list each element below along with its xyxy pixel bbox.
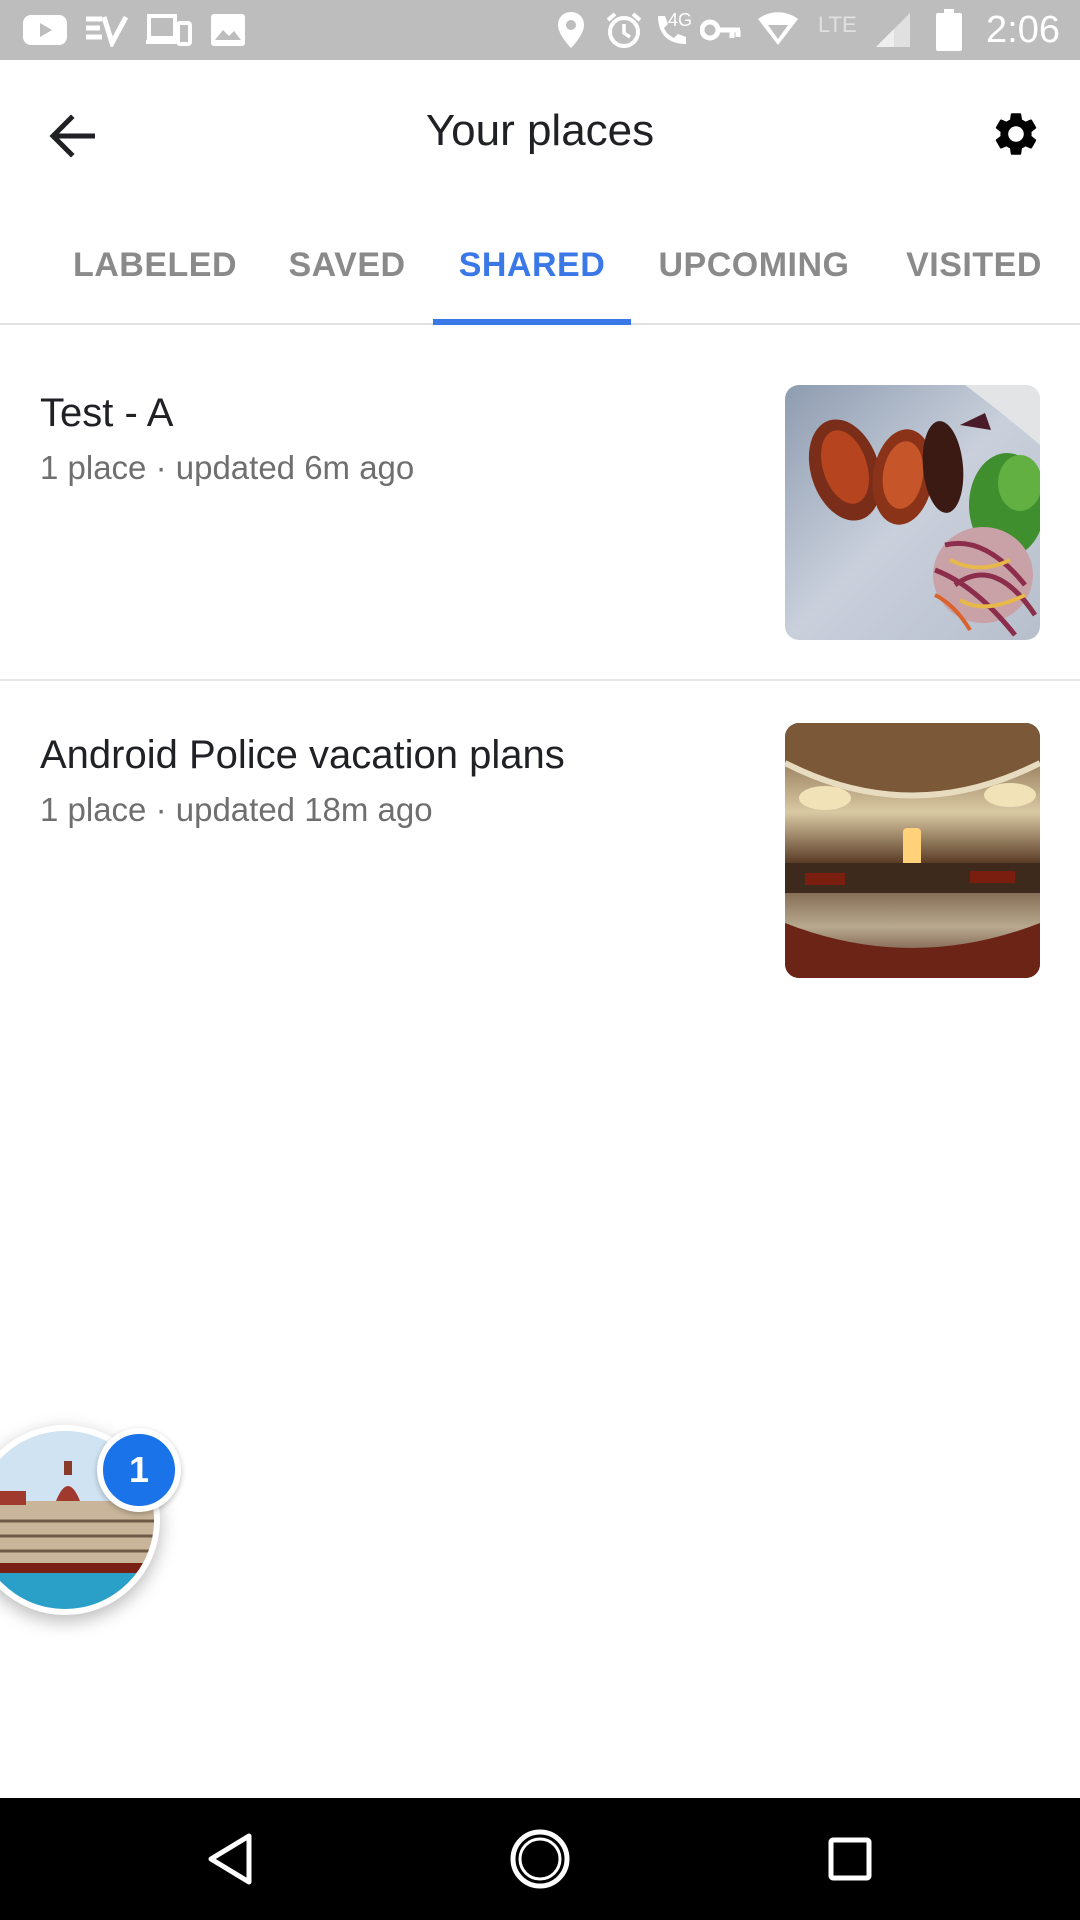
tab-bar: LABELED SAVED SHARED UPCOMING VISITED	[0, 205, 1080, 325]
tab-saved[interactable]: SAVED	[274, 205, 420, 325]
bubble-count-badge: 1	[97, 1428, 181, 1512]
list-title: Test - A	[40, 391, 174, 435]
list-title: Android Police vacation plans	[40, 733, 565, 777]
nav-recents-button[interactable]	[800, 1818, 900, 1900]
lte-label: LTE	[818, 12, 857, 37]
status-time: 2:06	[986, 9, 1060, 51]
battery-icon	[936, 8, 962, 52]
nav-back-button[interactable]	[180, 1818, 280, 1900]
list-thumbnail	[785, 723, 1040, 978]
app-bar: Your places	[0, 60, 1080, 205]
alarm-icon	[604, 8, 644, 52]
tab-upcoming[interactable]: UPCOMING	[646, 205, 862, 325]
location-icon	[556, 8, 586, 52]
tab-visited[interactable]: VISITED	[890, 205, 1058, 325]
list-subtitle: 1 place · updated 18m ago	[40, 791, 433, 828]
tab-shared[interactable]: SHARED	[433, 205, 631, 325]
list-item[interactable]: Android Police vacation plans 1 place · …	[0, 683, 1080, 1023]
page-title: Your places	[425, 106, 655, 155]
home-nav-icon	[510, 1829, 570, 1889]
nav-home-button[interactable]	[490, 1818, 590, 1900]
ev-icon	[84, 8, 128, 52]
wifi-icon	[756, 8, 800, 52]
vpn-key-icon	[700, 8, 742, 52]
recents-nav-icon	[828, 1837, 872, 1881]
list-thumbnail	[785, 385, 1040, 640]
signal-icon	[874, 8, 912, 52]
status-bar: 4G LTE 2:06	[0, 0, 1080, 60]
devices-icon	[146, 8, 192, 52]
image-icon	[210, 8, 246, 52]
gear-icon	[995, 113, 1037, 155]
tab-labeled[interactable]: LABELED	[60, 205, 250, 325]
list-subtitle: 1 place · updated 6m ago	[40, 449, 415, 486]
settings-button[interactable]	[980, 98, 1052, 170]
back-nav-icon	[208, 1833, 252, 1885]
system-nav-bar	[0, 1798, 1080, 1920]
call-network-label: 4G	[668, 10, 693, 30]
youtube-icon	[22, 8, 68, 52]
list-item[interactable]: Test - A 1 place · updated 6m ago	[0, 325, 1080, 681]
